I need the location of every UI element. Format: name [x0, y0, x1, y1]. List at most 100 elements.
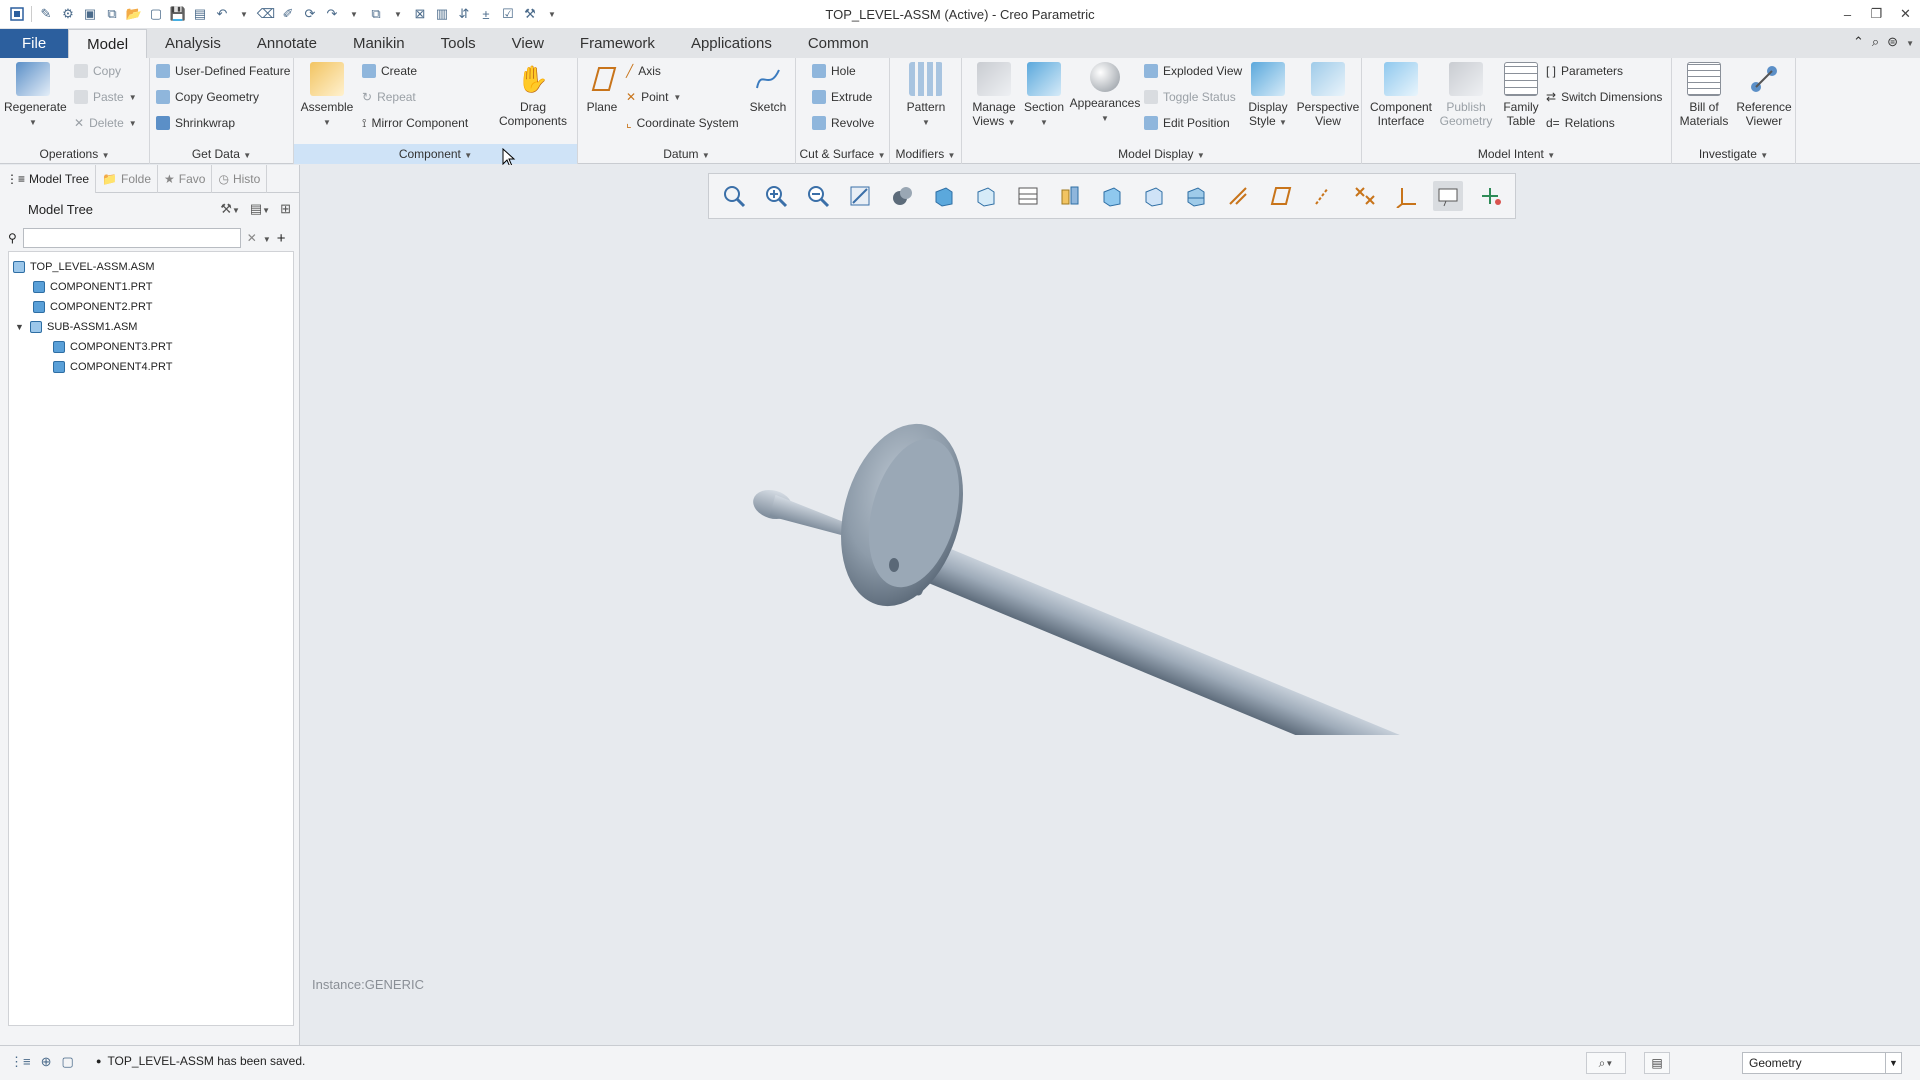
annotation-display-icon[interactable] — [1433, 181, 1463, 211]
tree-settings-icon[interactable]: ⚒▼ — [220, 201, 240, 217]
tab-common[interactable]: Common — [790, 29, 887, 58]
show-navigator-icon[interactable]: ⋮≡ — [10, 1054, 31, 1070]
tree-node-top-level-assm[interactable]: TOP_LEVEL-ASSM.ASM — [13, 258, 155, 276]
regenerate-small-icon[interactable]: ⚙ — [57, 3, 79, 25]
view-normal-icon[interactable] — [1055, 181, 1085, 211]
bill-of-materials-button[interactable]: Bill of Materials — [1674, 62, 1734, 128]
model-icon[interactable]: ▣ — [79, 3, 101, 25]
save-icon[interactable]: 💾 — [167, 3, 189, 25]
axis-button[interactable]: ╱ Axis — [626, 60, 661, 82]
group-label-get-data[interactable]: Get Data ▼ — [150, 144, 293, 164]
repaint-icon[interactable] — [845, 181, 875, 211]
tree-columns-icon[interactable]: ⊞ — [280, 201, 291, 217]
tree-node-component1[interactable]: COMPONENT1.PRT — [33, 278, 152, 296]
tab-tools[interactable]: Tools — [423, 29, 494, 58]
filter-dropdown-icon[interactable]: ▼ — [263, 231, 271, 245]
settings-small-icon[interactable]: ⚒ — [519, 3, 541, 25]
axis-display-toggle-icon[interactable] — [1307, 181, 1337, 211]
regen-manager-icon[interactable]: ⇵ — [453, 3, 475, 25]
zoom-out-icon[interactable] — [803, 181, 833, 211]
axis-display-icon[interactable] — [1223, 181, 1253, 211]
group-label-modifiers[interactable]: Modifiers ▼ — [890, 144, 961, 164]
paste-small-icon[interactable]: ▥ — [431, 3, 453, 25]
group-label-component[interactable]: Component ▼ — [294, 144, 577, 164]
tab-annotate[interactable]: Annotate — [239, 29, 335, 58]
filter-icon[interactable]: ⚲ — [8, 231, 17, 245]
brush-icon[interactable]: ⌫ — [255, 3, 277, 25]
collapse-ribbon-icon[interactable]: ⌃ — [1853, 34, 1864, 50]
extrude-button[interactable]: Extrude — [812, 86, 872, 108]
windows-dropdown-icon[interactable]: ▼ — [387, 3, 409, 25]
redo-icon[interactable]: ↷ — [321, 3, 343, 25]
group-label-investigate[interactable]: Investigate ▼ — [1672, 144, 1795, 164]
relations-button[interactable]: d= Relations — [1546, 112, 1615, 134]
toggle-status-button[interactable]: Toggle Status — [1144, 86, 1236, 108]
display-style-button[interactable]: Display Style ▼ — [1240, 62, 1296, 130]
shaft-part[interactable] — [924, 543, 1460, 735]
coordinate-system-button[interactable]: ⌞ Coordinate System — [626, 112, 739, 134]
section-button[interactable]: Section ▼ — [1018, 62, 1070, 130]
zoom-to-selected-icon[interactable] — [1097, 181, 1127, 211]
group-label-cut-surface[interactable]: Cut & Surface ▼ — [796, 144, 889, 164]
windows-icon[interactable]: ⧉ — [365, 3, 387, 25]
copy-geometry-button[interactable]: Copy Geometry — [156, 86, 259, 108]
copy-button[interactable]: Copy — [74, 60, 121, 82]
csys-display-icon[interactable] — [1391, 181, 1421, 211]
help-dropdown-icon[interactable]: ▼ — [1906, 34, 1914, 50]
sketch-button[interactable]: Sketch — [744, 62, 792, 114]
clear-filter-icon[interactable]: ✕ — [247, 231, 257, 245]
plane-display-icon[interactable] — [1265, 181, 1295, 211]
pattern-button[interactable]: Pattern ▼ — [897, 62, 955, 130]
help-icon[interactable]: ⊜ — [1887, 34, 1898, 50]
group-label-model-intent[interactable]: Model Intent ▼ — [1362, 144, 1671, 164]
assemble-button[interactable]: Assemble ▼ — [298, 62, 356, 130]
create-button[interactable]: Create — [362, 60, 417, 82]
tab-model[interactable]: Model — [68, 29, 148, 58]
group-label-operations[interactable]: Operations ▼ — [0, 144, 149, 164]
new-icon[interactable]: ▢ — [145, 3, 167, 25]
manage-views-button[interactable]: Manage Views ▼ — [966, 62, 1022, 130]
expand-toggle-icon[interactable]: ▼ — [15, 322, 25, 332]
parameters-button[interactable]: [ ] Parameters — [1546, 60, 1623, 82]
edit-position-button[interactable]: Edit Position — [1144, 112, 1230, 134]
shrinkwrap-button[interactable]: Shrinkwrap — [156, 112, 235, 134]
minimize-icon[interactable]: – — [1833, 0, 1862, 28]
selection-list-icon[interactable]: ▤ — [1644, 1052, 1670, 1074]
copy-small-icon[interactable]: ⧉ — [101, 3, 123, 25]
tab-analysis[interactable]: Analysis — [147, 29, 239, 58]
tab-manikin[interactable]: Manikin — [335, 29, 423, 58]
close-window-icon[interactable]: ⊠ — [409, 3, 431, 25]
dimension-icon[interactable]: ± — [475, 3, 497, 25]
tree-search-input[interactable] — [22, 228, 241, 248]
app-menu-icon[interactable] — [6, 3, 28, 25]
show-browser-icon[interactable]: ⊕ — [41, 1054, 52, 1070]
tab-favorites[interactable]: ★ Favo — [158, 165, 213, 193]
drag-components-button[interactable]: ✋ Drag Components — [498, 62, 568, 128]
shading-icon[interactable] — [887, 181, 917, 211]
family-table-button[interactable]: Family Table — [1496, 62, 1546, 128]
selection-filter-select[interactable]: Geometry ▼ — [1742, 1052, 1902, 1074]
publish-geometry-button[interactable]: Publish Geometry — [1436, 62, 1496, 128]
hole-button[interactable]: Hole — [812, 60, 856, 82]
repeat-button[interactable]: ↻ Repeat — [362, 86, 416, 108]
group-label-datum[interactable]: Datum ▼ — [578, 144, 795, 164]
chevron-down-icon[interactable]: ▼ — [1885, 1053, 1901, 1073]
tab-applications[interactable]: Applications — [673, 29, 790, 58]
find-icon[interactable]: ⌕ ▼ — [1586, 1052, 1626, 1074]
close-icon[interactable]: ✕ — [1891, 0, 1920, 28]
view-manager-icon[interactable] — [971, 181, 1001, 211]
full-screen-icon[interactable]: ▢ — [62, 1054, 74, 1070]
undo-icon[interactable]: ↶ — [211, 3, 233, 25]
section-view-icon[interactable] — [1181, 181, 1211, 211]
plane-button[interactable]: Plane — [580, 62, 624, 114]
point-display-icon[interactable] — [1349, 181, 1379, 211]
undo-dropdown-icon[interactable]: ▼ — [233, 3, 255, 25]
appearances-button[interactable]: Appearances ▼ — [1068, 62, 1142, 126]
revolve-button[interactable]: Revolve — [812, 112, 874, 134]
wrench-icon[interactable]: ✎ — [35, 3, 57, 25]
datum-display-icon[interactable] — [1139, 181, 1169, 211]
exploded-view-button[interactable]: Exploded View — [1144, 60, 1242, 82]
tab-model-tree[interactable]: ⋮≡ Model Tree — [0, 165, 97, 193]
search-icon[interactable]: ⌕ — [1872, 34, 1879, 50]
format-icon[interactable]: ✐ — [277, 3, 299, 25]
